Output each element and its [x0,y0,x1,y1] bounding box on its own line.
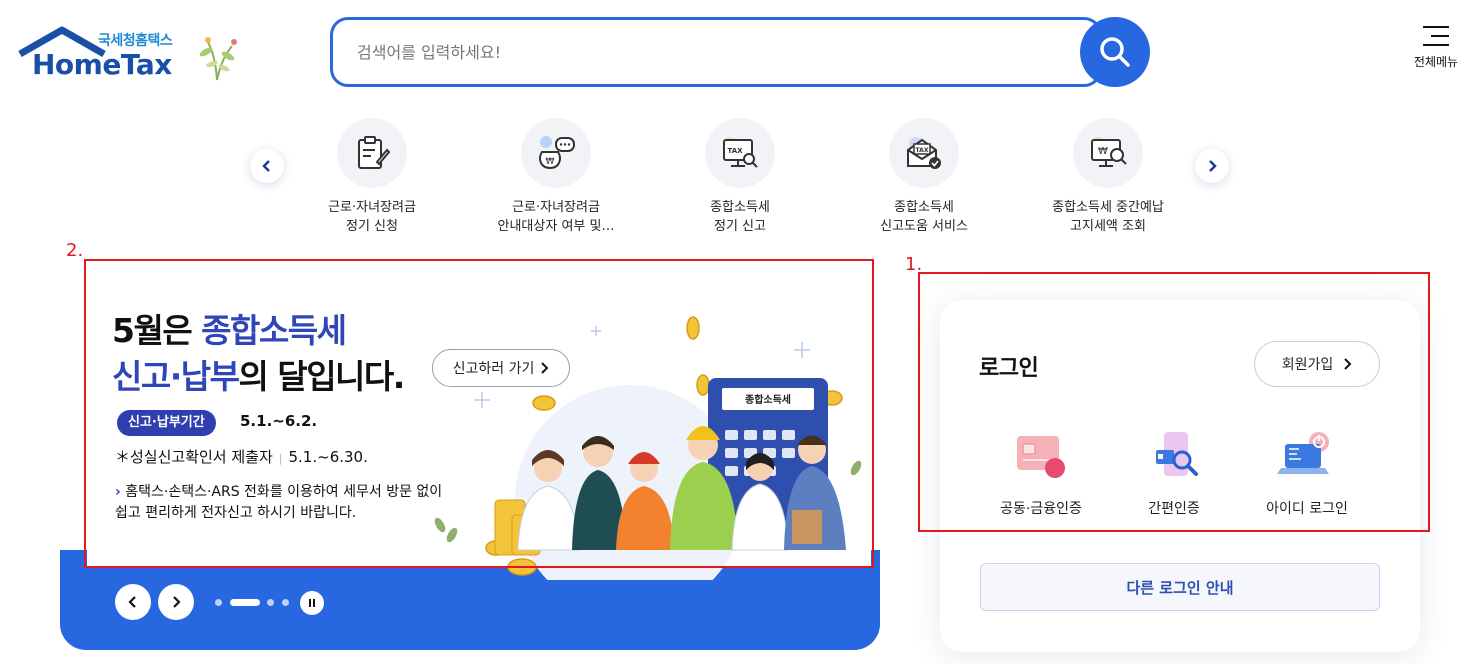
money-bag-chat-icon: ₩ [539,136,575,170]
tax-monitor-search-icon: TAX [723,137,758,168]
full-menu-label: 전체메뉴 [1413,55,1459,69]
annotation-label-2: 2. [66,240,84,261]
tax-envelope-check-icon: TAX [907,137,941,169]
quick-service-sublabel: 정기 신청 [346,219,398,234]
quick-service-sublabel: 고지세액 조회 [1070,219,1146,234]
logo-subtitle: 국세청홈택스 [98,33,173,49]
quick-service-item[interactable]: 근로·자녀장려금 정기 신청 [282,118,462,236]
quick-service-sublabel: 안내대상자 여부 및… [497,219,615,234]
quick-service-label: 종합소득세 [710,200,770,215]
quick-service-label: 종합소득세 [894,200,954,215]
svg-text:TAX: TAX [916,147,929,154]
svg-text:₩: ₩ [1098,146,1108,157]
annotation-label-1: 1. [905,254,923,275]
search-button[interactable] [1080,17,1150,87]
other-login-guide-button[interactable]: 다른 로그인 안내 [980,563,1380,611]
quick-service-label: 근로·자녀장려금 [512,200,600,215]
chevron-left-icon [128,596,136,608]
plant-icon [199,37,237,81]
clipboard-pen-icon [358,136,391,169]
annotation-box-2 [84,259,874,568]
svg-text:₩: ₩ [546,157,555,167]
annotation-box-1 [918,272,1430,532]
quick-next-button[interactable] [1195,149,1229,183]
full-menu-button[interactable]: 전체메뉴 [1404,26,1468,82]
chevron-right-icon [1209,160,1217,172]
quick-service-item[interactable]: TAX 종합소득세 정기 신고 [650,118,830,236]
search-input[interactable] [357,38,1057,66]
chevron-left-icon [262,160,270,172]
quick-service-item[interactable]: ₩ 근로·자녀장려금 안내대상자 여부 및… [466,118,646,236]
quick-service-sublabel: 정기 신고 [714,219,766,234]
hometax-logo[interactable]: 국세청홈택스 HomeTax [18,26,248,82]
search-icon [1100,37,1130,67]
banner-pause-button[interactable] [300,591,324,615]
banner-dot[interactable] [267,599,274,606]
quick-service-item[interactable]: ₩ 종합소득세 중간예납 고지세액 조회 [1018,118,1198,236]
chevron-right-icon [173,596,181,608]
quick-prev-button[interactable] [250,149,284,183]
svg-text:TAX: TAX [727,147,743,155]
banner-dot[interactable] [215,599,222,606]
hamburger-icon [1423,26,1449,46]
quick-service-label: 종합소득세 중간예납 [1052,200,1164,215]
banner-prev-button[interactable] [115,584,151,620]
banner-dot-active[interactable] [230,599,260,606]
quick-service-item[interactable]: TAX 종합소득세 신고도움 서비스 [834,118,1014,236]
pause-icon [309,599,315,607]
won-monitor-search-icon: ₩ [1091,137,1127,167]
quick-service-sublabel: 신고도움 서비스 [880,219,968,234]
search-box [330,17,1102,87]
logo-title: HomeTax [32,48,172,81]
banner-dot[interactable] [282,599,289,606]
banner-next-button[interactable] [158,584,194,620]
quick-service-label: 근로·자녀장려금 [328,200,416,215]
